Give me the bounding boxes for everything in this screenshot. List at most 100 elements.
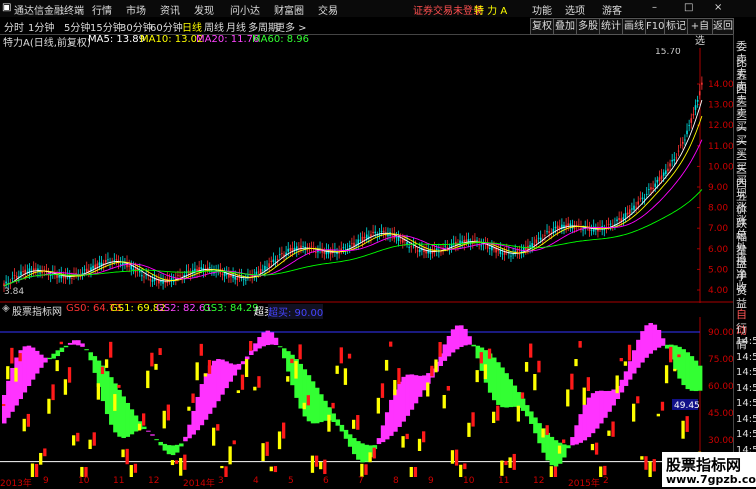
gs-yellow-bar	[294, 361, 298, 379]
gs-yellow-bar	[335, 365, 339, 374]
adjust-button[interactable]: 复权	[530, 18, 554, 35]
gs-band-bar	[393, 389, 398, 432]
gs-band-bar	[656, 329, 662, 348]
maximize-icon[interactable]: □	[684, 2, 693, 13]
candle-body	[681, 141, 684, 144]
candle-body	[645, 194, 648, 195]
candle-body	[168, 278, 171, 280]
overlay-button[interactable]: 叠加	[553, 18, 577, 35]
indicator-tick-label: 60.00	[708, 382, 733, 392]
gs-red-bar	[380, 383, 385, 398]
gs-yellow-bar	[417, 438, 422, 452]
gs-red-bar	[677, 354, 681, 358]
candle-body	[365, 234, 368, 239]
candle-body	[310, 246, 313, 248]
gs-red-bar	[92, 432, 96, 446]
gs-band-bar	[298, 363, 303, 409]
candle-body	[83, 269, 86, 271]
indicator-name[interactable]: 股票指标网	[12, 303, 62, 318]
gs-band-bar	[253, 343, 258, 352]
menu-discover[interactable]: 发现	[194, 2, 214, 17]
period-tick[interactable]: 分时	[4, 19, 24, 34]
gs-band-bar	[632, 350, 637, 374]
gs-band-bar	[314, 387, 320, 424]
gs-band-bar	[380, 425, 386, 443]
period-60min[interactable]: 60分钟	[150, 19, 183, 34]
indicator-chart[interactable]: 90.0075.0060.0045.0030.0015.0049.45	[0, 317, 733, 477]
watermark: 股票指标网 www.7gpzb.com	[662, 452, 756, 487]
menu-news[interactable]: 资讯	[160, 2, 180, 17]
gs-red-bar	[339, 347, 343, 364]
gs3-value: GS3: 84.29	[203, 303, 259, 314]
gs-red-bar	[109, 341, 113, 358]
gs-red-bar	[537, 360, 541, 373]
period-daily[interactable]: 日线	[182, 19, 202, 34]
gs-red-bar	[512, 453, 516, 470]
candle-body	[353, 242, 355, 247]
back-button[interactable]: 返回	[712, 18, 734, 35]
menu-options[interactable]: 选项	[565, 2, 585, 17]
candle-body	[698, 91, 701, 96]
candle-body	[179, 275, 181, 277]
menu-guest[interactable]: 游客	[602, 2, 622, 17]
menu-wealth[interactable]: 财富圈	[274, 2, 304, 17]
gs-red-bar	[174, 460, 179, 464]
gs-yellow-bar	[640, 456, 644, 460]
mark-button[interactable]: 标记	[664, 18, 688, 35]
period-more[interactable]: 更多 >	[275, 19, 307, 34]
candlestick-chart[interactable]: 14.00 13.00 12.00 11.00 10.00 9.00 8.00 7.00 6.0…	[0, 48, 733, 303]
close-icon[interactable]: ×	[714, 2, 722, 13]
menu-functions[interactable]: 功能	[532, 2, 552, 17]
candle-body	[531, 243, 533, 248]
gs-band-bar	[261, 332, 266, 347]
menu-market[interactable]: 市场	[126, 2, 146, 17]
gs-yellow-bar	[508, 457, 512, 468]
gs-yellow-bar	[47, 398, 51, 414]
minimize-icon[interactable]: –	[652, 2, 657, 13]
indicator-tick-label: 30.00	[708, 436, 733, 446]
f10-button[interactable]: F10	[645, 18, 665, 35]
gs-yellow-bar	[154, 363, 158, 370]
gs-yellow-bar	[302, 402, 306, 410]
gs-band-bar	[504, 373, 509, 408]
menu-quotes[interactable]: 行情	[92, 2, 112, 17]
menu-ask[interactable]: 问小达	[230, 2, 260, 17]
gs-band-bar	[397, 381, 402, 427]
period-5min[interactable]: 5分钟	[64, 19, 90, 34]
period-multi[interactable]: 多周期	[248, 19, 278, 34]
gs-band-bar	[133, 415, 139, 432]
gs-yellow-bar	[574, 359, 578, 367]
login-status[interactable]: 证券交易未登录	[413, 2, 483, 17]
drawing-button[interactable]: 画线	[622, 18, 646, 35]
multi-stock-button[interactable]: 多股	[576, 18, 600, 35]
gs-band-bar	[356, 441, 361, 460]
candle-body	[660, 175, 663, 179]
add-watchlist-button[interactable]: +自选	[687, 18, 713, 47]
gs-band-bar	[524, 405, 530, 417]
statistics-button[interactable]: 统计	[599, 18, 623, 35]
period-weekly[interactable]: 周线	[204, 19, 224, 34]
gs-yellow-bar	[212, 427, 216, 446]
gs-band-bar	[43, 357, 48, 363]
low-price-label: 3.84	[4, 287, 24, 297]
trade-time: 14:5	[736, 382, 756, 394]
period-15min[interactable]: 15分钟	[90, 19, 123, 34]
gs-band-bar	[244, 356, 250, 360]
gs-red-bar	[562, 439, 566, 444]
gs-band-bar	[623, 371, 629, 386]
candle-body	[626, 212, 629, 215]
candle-body	[692, 114, 695, 116]
candle-body	[143, 276, 145, 278]
menu-trade[interactable]: 交易	[318, 2, 338, 17]
gs-band-bar	[51, 353, 56, 359]
price-tick-label: 9.00	[708, 183, 728, 193]
gs-red-bar	[51, 384, 55, 401]
time-axis-label: 7	[358, 476, 364, 486]
period-monthly[interactable]: 月线	[226, 19, 246, 34]
period-1min[interactable]: 1分钟	[28, 19, 54, 34]
gs-band-bar	[183, 436, 188, 442]
period-30min[interactable]: 30分钟	[120, 19, 153, 34]
gs-red-bar	[298, 344, 302, 360]
gs-red-bar	[438, 342, 442, 357]
gs-band-bar	[574, 425, 579, 445]
